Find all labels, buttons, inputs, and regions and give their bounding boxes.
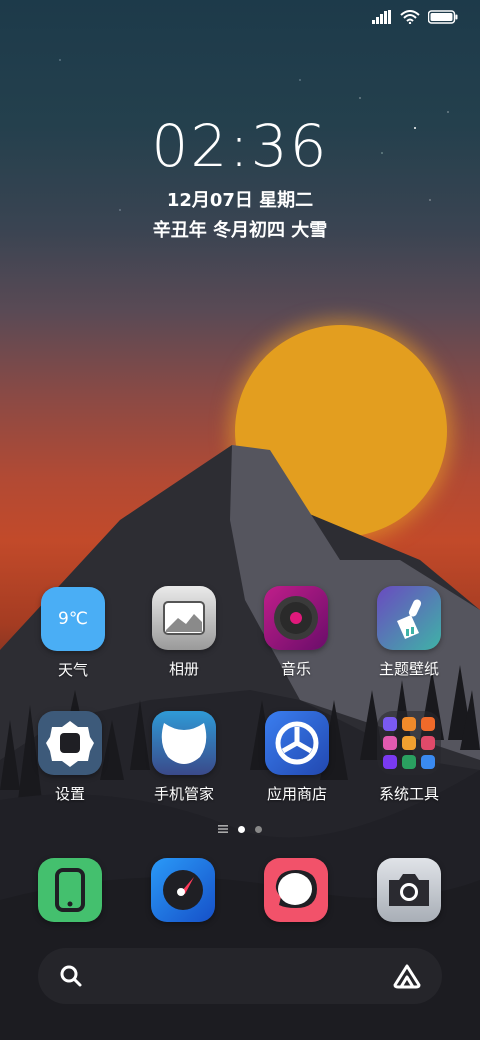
browser-icon[interactable] (151, 858, 215, 922)
system-tools-folder-icon (377, 711, 441, 775)
weather-icon: 9℃ (41, 587, 105, 651)
app-label: 天气 (57, 661, 88, 679)
menu-lines-icon (218, 825, 228, 833)
assistant-icon[interactable] (392, 963, 422, 989)
page-dot[interactable] (255, 825, 262, 833)
app-label: 设置 (54, 785, 85, 803)
status-bar (372, 10, 458, 24)
date-text: 12月07日 星期二 (166, 190, 314, 211)
signal-bars-icon (372, 10, 391, 24)
app-system-tools-folder[interactable]: 系统工具 (359, 711, 459, 804)
app-label: 手机管家 (153, 785, 214, 803)
home-screen: 02:36 12月07日 星期二 辛丑年 冬月初四 大雪 9℃ 天气 相册 音乐 (0, 0, 480, 1040)
camera-icon[interactable] (377, 858, 441, 922)
app-gallery[interactable]: 相册 (134, 586, 234, 679)
app-weather[interactable]: 9℃ 天气 (23, 587, 123, 680)
wifi-icon (400, 10, 420, 24)
page-indicator[interactable] (0, 825, 480, 833)
lunar-date-text: 辛丑年 冬月初四 大雪 (152, 220, 328, 241)
search-bar[interactable] (38, 948, 442, 1004)
app-label: 音乐 (280, 660, 311, 678)
battery-icon (428, 10, 458, 24)
app-security[interactable]: 手机管家 (134, 711, 234, 804)
settings-icon (38, 711, 102, 775)
clock-time[interactable]: 02:36 (0, 112, 480, 180)
app-store-icon (265, 711, 329, 775)
app-label: 应用商店 (266, 785, 327, 803)
app-settings[interactable]: 设置 (20, 711, 120, 804)
search-icon[interactable] (58, 963, 84, 989)
themes-brush-icon (377, 586, 441, 650)
app-label: 系统工具 (378, 785, 439, 803)
phone-icon[interactable] (38, 858, 102, 922)
app-music[interactable]: 音乐 (246, 586, 346, 679)
app-label: 相册 (168, 660, 199, 678)
app-store[interactable]: 应用商店 (247, 711, 347, 804)
page-dot-active[interactable] (238, 825, 245, 833)
messages-icon[interactable] (264, 858, 328, 922)
app-label: 主题壁纸 (378, 660, 439, 678)
security-icon (152, 711, 216, 775)
music-icon (264, 586, 328, 650)
weather-temperature: 9℃ (58, 609, 88, 629)
gallery-icon (152, 586, 216, 650)
app-themes[interactable]: 主题壁纸 (359, 586, 459, 679)
